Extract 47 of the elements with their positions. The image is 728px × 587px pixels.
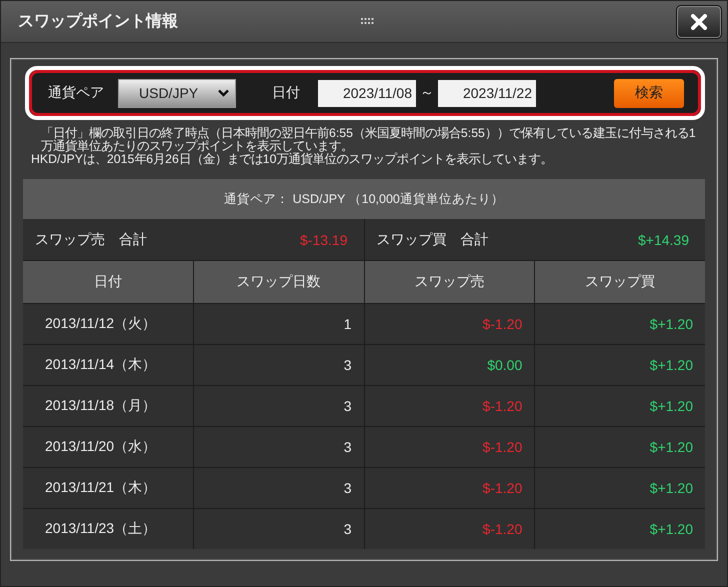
table-cell: $+1.20 — [535, 509, 705, 549]
column-header: スワップ買 — [535, 261, 705, 303]
note-text: HKD/JPYは、2015年6月26日（金）までは10万通貨単位のスワップポイントを表示しています。 — [31, 153, 554, 166]
table-cell: $-1.20 — [364, 427, 534, 467]
search-button[interactable]: 検索 — [614, 78, 684, 108]
summary-value: $-13.19 — [300, 232, 348, 248]
close-icon — [691, 14, 707, 30]
table-cell: 3 — [194, 468, 364, 508]
table-cell: $+1.20 — [535, 427, 705, 467]
column-header: 日付 — [23, 261, 193, 303]
table-cell: $-1.20 — [364, 386, 534, 426]
start-date-field[interactable]: 2023/11/08 — [318, 80, 416, 106]
currency-pair-label: 通貨ペア — [48, 84, 104, 102]
table-cell: 2013/11/14（木） — [23, 345, 193, 385]
table-cell: $-1.20 — [364, 509, 534, 549]
note-text: 「日付」欄の取引日の終了時点（日本時間の翌日午前6:55（米国夏時間の場合5:55））で保有している建玉に付与される1万通貨単位あたりのスワップポイントを表示しています。 — [40, 127, 697, 153]
column-header: スワップ売 — [364, 261, 534, 303]
summary-label: スワップ売 合計 — [35, 230, 147, 248]
table-cell: 3 — [194, 386, 364, 426]
table-caption: 通貨ペア： USD/JPY （10,000通貨単位あたり） — [23, 179, 705, 219]
summary-label: スワップ買 合計 — [376, 230, 488, 248]
table-cell: 2013/11/23（土） — [23, 509, 193, 549]
currency-pair-dropdown[interactable]: USD/JPY — [118, 78, 236, 108]
table-cell: $+1.20 — [535, 304, 705, 344]
table-cell: 2013/11/18（月） — [23, 386, 193, 426]
range-separator: ～ — [420, 84, 434, 102]
chevron-down-icon — [218, 89, 229, 97]
table-cell: 2013/11/12（火） — [23, 304, 193, 344]
end-date-field[interactable]: 2023/11/22 — [438, 80, 536, 106]
table-cell: 3 — [194, 345, 364, 385]
date-label: 日付 — [272, 84, 300, 102]
summary-value: $+14.39 — [638, 232, 689, 248]
table-cell: $0.00 — [364, 345, 534, 385]
table-cell: $-1.20 — [364, 304, 534, 344]
table-cell: $+1.20 — [535, 345, 705, 385]
table-cell: 1 — [194, 304, 364, 344]
table-cell: 3 — [194, 509, 364, 549]
table-cell: 2013/11/20（水） — [23, 427, 193, 467]
table-cell: 3 — [194, 427, 364, 467]
close-button[interactable] — [676, 4, 722, 38]
column-header: スワップ日数 — [194, 261, 364, 303]
drag-handle-icon[interactable] — [361, 18, 374, 25]
table-cell: 2013/11/21（木） — [23, 468, 193, 508]
window-title: スワップポイント情報 — [18, 11, 178, 32]
table-cell: $+1.20 — [535, 468, 705, 508]
table-cell: $+1.20 — [535, 386, 705, 426]
table-cell: $-1.20 — [364, 468, 534, 508]
